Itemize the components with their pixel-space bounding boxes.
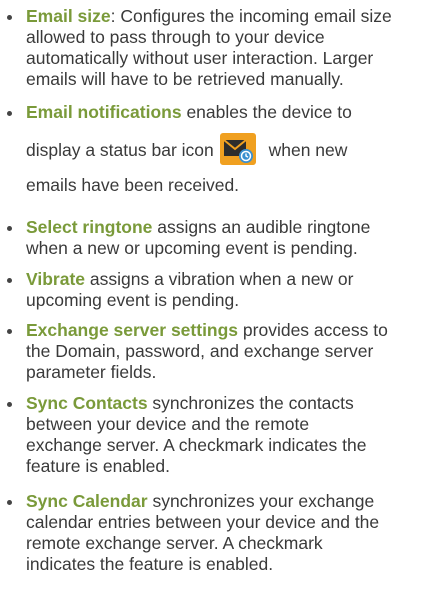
item-text: Sync Contacts synchronizes the contacts … bbox=[26, 393, 430, 477]
item-line: Exchange server settings provides access… bbox=[26, 320, 388, 340]
item-line: Select ringtone assigns an audible ringt… bbox=[26, 217, 371, 237]
item-text: Email size: Configures the incoming emai… bbox=[26, 6, 430, 90]
bullet-icon bbox=[7, 15, 12, 20]
item-line: calendar entries between your device and… bbox=[26, 512, 380, 532]
bullet-icon bbox=[7, 402, 12, 407]
item-line: upcoming event is pending. bbox=[26, 290, 240, 310]
item-line: allowed to pass through to your device bbox=[26, 27, 325, 47]
item-term: Email size bbox=[26, 6, 111, 26]
item-line: the Domain, password, and exchange serve… bbox=[26, 341, 374, 361]
item-text: Email notifications enables the device t… bbox=[26, 102, 430, 201]
item-line: when a new or upcoming event is pending. bbox=[26, 238, 358, 258]
item-line: between your device and the remote bbox=[26, 414, 310, 434]
item-text: Sync Calendar synchronizes your exchange… bbox=[26, 491, 430, 575]
item-line: Vibrate assigns a vibration when a new o… bbox=[26, 269, 354, 289]
item-text: Vibrate assigns a vibration when a new o… bbox=[26, 269, 430, 311]
item-line: parameter fields. bbox=[26, 362, 157, 382]
item-line: Sync Contacts synchronizes the contacts bbox=[26, 393, 354, 413]
item-line: emails will have to be retrieved manuall… bbox=[26, 69, 344, 89]
item-line: Email notifications enables the device t… bbox=[26, 102, 352, 122]
new-email-notification-icon bbox=[219, 133, 256, 166]
item-line: remote exchange server. A checkmark bbox=[26, 533, 323, 553]
bullet-icon bbox=[7, 329, 12, 334]
item-line: Email size: Configures the incoming emai… bbox=[26, 6, 392, 26]
item-term: Exchange server settings bbox=[26, 320, 239, 340]
item-line: emails have been received. bbox=[26, 175, 240, 195]
bullet-icon bbox=[7, 111, 12, 116]
item-term: Email notifications bbox=[26, 102, 182, 122]
item-line: display a status bar icon when new bbox=[26, 131, 430, 169]
item-term: Sync Contacts bbox=[26, 393, 148, 413]
item-term: Sync Calendar bbox=[26, 491, 148, 511]
item-line: exchange server. A checkmark indicates t… bbox=[26, 435, 367, 455]
item-line: indicates the feature is enabled. bbox=[26, 554, 274, 574]
manual-page: Email size: Configures the incoming emai… bbox=[0, 0, 438, 594]
item-line: feature is enabled. bbox=[26, 456, 170, 476]
bullet-icon bbox=[7, 226, 12, 231]
bullet-icon bbox=[7, 500, 12, 505]
item-text: Exchange server settings provides access… bbox=[26, 320, 430, 383]
item-term: Select ringtone bbox=[26, 217, 153, 237]
item-line: Sync Calendar synchronizes your exchange bbox=[26, 491, 375, 511]
bullet-icon bbox=[7, 278, 12, 283]
item-term: Vibrate bbox=[26, 269, 86, 289]
item-line: automatically without user interaction. … bbox=[26, 48, 374, 68]
item-text: Select ringtone assigns an audible ringt… bbox=[26, 217, 430, 259]
